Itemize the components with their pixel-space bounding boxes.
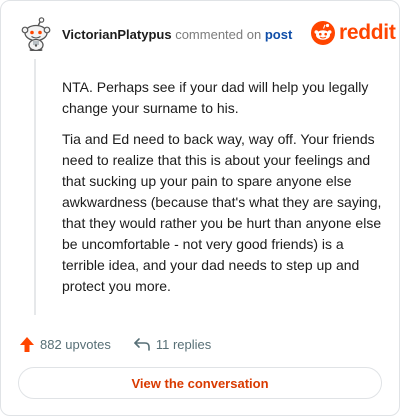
comment-paragraph: NTA. Perhaps see if your dad will help y… (62, 79, 369, 116)
comment-header: VictorianPlatypus commented on post (62, 27, 292, 42)
reply-label: 11 replies (155, 336, 212, 352)
upvote-count[interactable]: 882 upvotes (19, 336, 111, 353)
view-conversation-button[interactable]: View the conversation (18, 367, 382, 399)
upvote-label: 882 upvotes (40, 336, 111, 352)
comment-stats: 882 upvotes 11 replies (19, 334, 211, 354)
comment-body: NTA. Perhaps see if your dad will help y… (62, 77, 390, 307)
upvote-arrow-icon (20, 336, 34, 352)
comment-paragraph: Tia and Ed need to back way, way off. Yo… (62, 131, 382, 294)
reply-count[interactable]: 11 replies (133, 336, 211, 352)
embedded-comment-card: VictorianPlatypus commented on post redd… (0, 0, 400, 416)
reddit-logo[interactable]: reddit (311, 19, 396, 47)
reddit-snoo-icon (311, 21, 335, 45)
snoo-avatar-icon (21, 17, 51, 52)
user-avatar[interactable] (19, 17, 53, 52)
post-link[interactable]: post (265, 27, 292, 42)
author-username[interactable]: VictorianPlatypus (62, 27, 172, 42)
reddit-wordmark: reddit (339, 21, 396, 44)
action-text: commented on (175, 27, 262, 42)
thread-line[interactable] (34, 59, 36, 315)
reply-arrow-icon (134, 338, 150, 351)
